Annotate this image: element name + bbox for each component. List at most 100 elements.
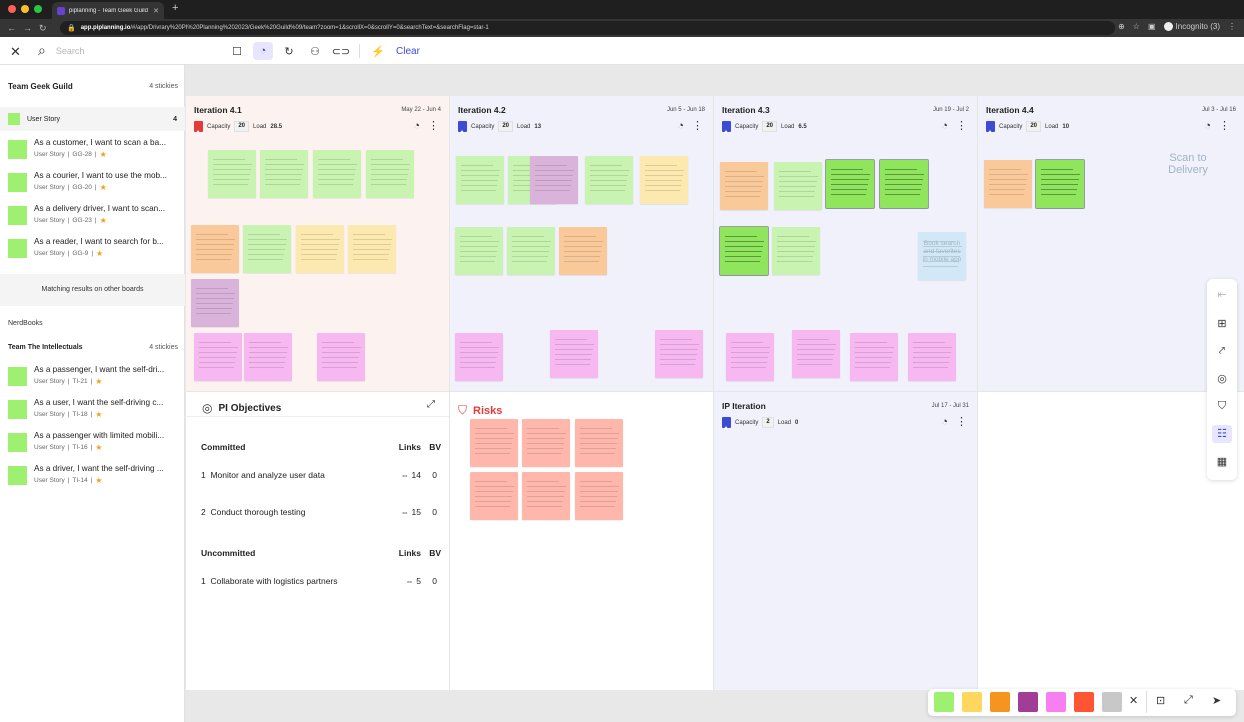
risk-icon[interactable]: ⛉	[1207, 400, 1237, 413]
search-box[interactable]: ⌕ Search	[38, 42, 84, 59]
sticky-note[interactable]	[719, 226, 769, 276]
sticky-note[interactable]	[575, 472, 623, 520]
browser-tab[interactable]: piplanning - Team Geek Guild ✕	[52, 2, 164, 19]
sticky-note[interactable]	[530, 156, 578, 204]
zoom-icon[interactable]: ⊕	[1118, 22, 1125, 31]
sticky-note[interactable]	[313, 150, 361, 198]
reload-icon[interactable]: ↻	[39, 23, 47, 34]
capacity-value[interactable]: 20	[498, 121, 514, 132]
sticky-note[interactable]	[655, 330, 703, 378]
sidepanel-icon[interactable]: ▣	[1148, 22, 1156, 31]
color-swatch[interactable]	[1074, 692, 1094, 712]
toggle-filter-icon[interactable]: ⊂⊃	[331, 42, 351, 60]
color-swatch[interactable]	[962, 692, 982, 712]
sticky-note[interactable]	[850, 333, 898, 381]
sticky-note[interactable]	[191, 225, 239, 273]
collapse-icon[interactable]: ⇤	[1207, 288, 1237, 301]
search-input[interactable]: Search	[56, 46, 85, 56]
incognito-badge[interactable]: Incognito (3)	[1163, 22, 1220, 31]
more-menu-icon[interactable]: ⋮	[428, 119, 439, 132]
load-chart-icon[interactable]: ◔	[1204, 120, 1211, 132]
capacity-value[interactable]: 20	[1026, 121, 1042, 132]
list-item[interactable]: As a customer, I want to scan a ba... Use…	[8, 136, 180, 166]
sticky-note[interactable]	[191, 279, 239, 327]
more-menu-icon[interactable]: ⋮	[956, 119, 967, 132]
sticky-filter-icon[interactable]: ☐	[227, 42, 247, 60]
add-sticky-icon[interactable]: ⊞	[1207, 317, 1237, 330]
list-item[interactable]: As a driver, I want the self-driving ...…	[8, 462, 180, 492]
star-icon[interactable]: ★	[95, 476, 102, 485]
dependency-icon[interactable]: ⤤	[1207, 345, 1237, 358]
sticky-note[interactable]	[720, 162, 768, 210]
list-item[interactable]: As a passenger, I want the self-dri... Us…	[8, 363, 180, 393]
sticky-note[interactable]	[879, 159, 929, 209]
sticky-note[interactable]	[908, 333, 956, 381]
more-menu-icon[interactable]: ⋮	[692, 119, 703, 132]
capacity-value[interactable]: 2	[762, 417, 774, 428]
list-item[interactable]: As a passenger with limited mobili... Use…	[8, 429, 180, 459]
color-swatch[interactable]	[934, 692, 954, 712]
sticky-note[interactable]	[208, 150, 256, 198]
sticky-note[interactable]	[825, 159, 875, 209]
sticky-note[interactable]	[317, 333, 365, 381]
faded-sticky-text[interactable]: Book search and favorites in mobile app	[920, 240, 964, 264]
sticky-note[interactable]	[296, 225, 344, 273]
sticky-note[interactable]	[194, 333, 242, 381]
back-icon[interactable]: ←	[7, 23, 16, 33]
load-chart-icon[interactable]: ◔	[941, 120, 948, 132]
sticky-note[interactable]	[507, 227, 555, 275]
capacity-value[interactable]: 20	[762, 121, 778, 132]
objective-row[interactable]: 2 Conduct thorough testing ⇔ 15 0	[201, 507, 441, 517]
sticky-note[interactable]	[550, 330, 598, 378]
star-icon[interactable]: ★	[100, 150, 107, 159]
sticky-note[interactable]	[470, 472, 518, 520]
color-swatch[interactable]	[1018, 692, 1038, 712]
bolt-icon[interactable]: ⚡	[368, 42, 388, 60]
sticky-note[interactable]	[470, 419, 518, 467]
color-swatch[interactable]	[1102, 692, 1122, 712]
list-item[interactable]: As a user, I want the self-driving c... U…	[8, 396, 180, 426]
sticky-note[interactable]	[640, 156, 688, 204]
sticky-note[interactable]	[726, 333, 774, 381]
list-item[interactable]: As a courier, I want to use the mob... Us…	[8, 169, 180, 199]
list-item[interactable]: As a delivery driver, I want to scan... U…	[8, 202, 180, 232]
bookmark-star-icon[interactable]: ☆	[1133, 22, 1140, 31]
load-chart-icon[interactable]: ◔	[677, 120, 684, 132]
capacity-value[interactable]: 20	[234, 121, 250, 132]
sticky-note[interactable]	[243, 225, 291, 273]
sticky-note[interactable]	[456, 156, 504, 204]
sticky-note[interactable]	[366, 150, 414, 198]
close-tab-icon[interactable]: ✕	[153, 7, 159, 15]
team-filter-icon[interactable]: ⚇	[305, 42, 325, 60]
cursor-icon[interactable]: ➤	[1212, 694, 1221, 707]
sticky-note[interactable]	[585, 156, 633, 204]
sticky-note[interactable]	[772, 227, 820, 275]
list-item[interactable]: As a reader, I want to search for b... Us…	[8, 235, 180, 265]
sticky-note[interactable]	[522, 419, 570, 467]
expand-icon[interactable]: ⤢	[427, 399, 435, 410]
load-chart-icon[interactable]: ◔	[413, 120, 420, 132]
browser-menu-icon[interactable]: ⋮	[1228, 22, 1236, 31]
focus-icon[interactable]: ⊡	[1156, 694, 1165, 707]
close-palette-icon[interactable]: ✕	[1129, 694, 1138, 707]
group-user-story[interactable]: User Story 4	[0, 107, 185, 131]
sticky-note[interactable]	[455, 227, 503, 275]
sticky-note[interactable]	[792, 330, 840, 378]
refresh-filter-icon[interactable]: ↻	[279, 42, 299, 60]
sticky-note[interactable]	[455, 333, 503, 381]
new-tab-icon[interactable]: +	[172, 2, 178, 14]
color-filter-icon[interactable]: ◔	[253, 42, 273, 60]
sticky-note[interactable]	[1035, 159, 1085, 209]
sticky-note[interactable]	[244, 333, 292, 381]
more-menu-icon[interactable]: ⋮	[956, 415, 967, 428]
sticky-note[interactable]	[348, 225, 396, 273]
fit-screen-icon[interactable]: ⤢	[1184, 694, 1193, 707]
forward-icon[interactable]: →	[23, 23, 32, 33]
star-icon[interactable]: ★	[95, 443, 102, 452]
star-icon[interactable]: ★	[100, 216, 107, 225]
color-swatch[interactable]	[1046, 692, 1066, 712]
close-search-icon[interactable]: ✕	[10, 44, 21, 60]
star-icon[interactable]: ★	[95, 410, 102, 419]
sticky-note[interactable]	[260, 150, 308, 198]
apps-icon[interactable]: ▦	[1207, 455, 1237, 468]
